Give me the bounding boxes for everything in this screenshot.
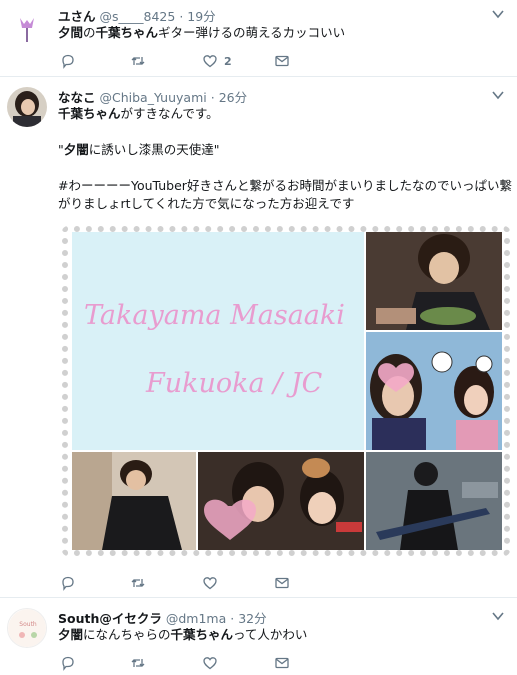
timestamp[interactable]: 32分 xyxy=(238,611,266,626)
avatar[interactable] xyxy=(7,6,47,46)
image-title-panel: Takayama Masaaki Fukuoka / JC xyxy=(72,232,364,450)
text-segment: って人かわい xyxy=(233,627,308,642)
display-name[interactable]: ななこ xyxy=(58,90,96,105)
text-line: 千葉ちゃんがすきなんです。 xyxy=(58,105,508,123)
tweet-image[interactable]: Takayama Masaaki Fukuoka / JC xyxy=(58,222,514,560)
tweet-text: 夕闇になんちゃらの千葉ちゃんって人かわい xyxy=(58,626,508,644)
like-icon xyxy=(203,657,217,670)
svg-text:South: South xyxy=(19,621,37,628)
text-highlight[interactable]: 千葉ちゃん xyxy=(58,106,121,121)
display-name[interactable]: ユさん xyxy=(58,9,96,24)
like-icon xyxy=(203,577,217,590)
text-segment: になんちゃらの xyxy=(83,627,171,642)
photo-selfie xyxy=(366,332,502,450)
reply-icon xyxy=(62,54,74,69)
tweet-3[interactable]: South South@イセクラ @dm1ma · 32分 夕闇になんちゃらの千… xyxy=(0,598,517,675)
text-highlight[interactable]: 夕間 xyxy=(58,25,83,40)
text-line: "夕闇に誘いし漆黒の天使達" xyxy=(58,141,508,159)
time-separator: · xyxy=(230,611,235,626)
image-caption-name: Takayama Masaaki xyxy=(84,300,345,331)
like-button[interactable] xyxy=(202,654,218,672)
dm-icon xyxy=(275,577,289,589)
tweet-text: 夕間の千葉ちゃんギター弾けるの萌えるカッコいい xyxy=(58,24,508,42)
time-separator: · xyxy=(210,90,215,105)
text-segment: の xyxy=(83,25,96,40)
retweet-icon xyxy=(131,659,145,667)
dm-button[interactable] xyxy=(274,654,290,672)
dm-button[interactable] xyxy=(274,574,290,592)
reply-icon xyxy=(62,576,74,591)
text-highlight[interactable]: 夕闇 xyxy=(64,142,89,157)
reply-icon xyxy=(62,656,74,671)
like-icon xyxy=(203,55,217,68)
image-caption-place: Fukuoka / JC xyxy=(146,368,323,399)
text-highlight[interactable]: 千葉ちゃん xyxy=(171,627,234,642)
tweet-1[interactable]: ユさん @s____8425 · 19分 夕間の千葉ちゃんギター弾けるの萌えるカ… xyxy=(0,0,517,77)
retweet-button[interactable] xyxy=(130,574,146,592)
text-line: がりましょrtしてくれた方で気になった方お迎えです xyxy=(58,196,355,211)
reply-button[interactable] xyxy=(60,52,76,70)
like-button[interactable] xyxy=(202,574,218,592)
caret-down-icon[interactable] xyxy=(491,608,505,622)
like-count: 2 xyxy=(224,54,232,68)
handle[interactable]: @Chiba_Yuuyami xyxy=(100,90,207,105)
text-highlight[interactable]: 夕闇 xyxy=(58,627,83,642)
photo-eating xyxy=(366,232,502,330)
retweet-icon xyxy=(131,579,145,587)
text-segment: がすきなんです。 xyxy=(120,106,219,121)
photo-filter-selfie xyxy=(198,452,364,550)
like-button[interactable]: 2 xyxy=(202,52,232,70)
dm-icon xyxy=(275,55,289,67)
dm-icon xyxy=(275,657,289,669)
text-segment: に誘いし漆黒の天使達" xyxy=(88,142,220,157)
caret-down-icon[interactable] xyxy=(491,87,505,101)
dm-button[interactable] xyxy=(274,52,290,70)
retweet-button[interactable] xyxy=(130,654,146,672)
tweet-text: 千葉ちゃんがすきなんです。 "夕闇に誘いし漆黒の天使達" #わーーーーYouTu… xyxy=(58,105,512,213)
timestamp[interactable]: 26分 xyxy=(219,90,247,105)
avatar[interactable]: South xyxy=(7,608,47,648)
reply-button[interactable] xyxy=(60,574,76,592)
photo-guitar-sitting xyxy=(72,452,196,550)
time-separator: · xyxy=(179,9,184,24)
tweet-2[interactable]: ななこ @Chiba_Yuuyami · 26分 千葉ちゃんがすきなんです。 "… xyxy=(0,77,517,598)
caret-down-icon[interactable] xyxy=(491,6,505,20)
hashtag-line: #わーーーーYouTuber好きさんと繋がるお時間がまいりましたなのでいっぱい繋 xyxy=(58,178,512,193)
text-highlight[interactable]: 千葉ちゃん xyxy=(96,25,159,40)
photo-stage-guitar xyxy=(366,452,502,550)
avatar[interactable] xyxy=(7,87,47,127)
reply-button[interactable] xyxy=(60,654,76,672)
retweet-button[interactable] xyxy=(130,52,146,70)
timestamp[interactable]: 19分 xyxy=(187,9,215,24)
text-segment: ギター弾けるの萌えるカッコいい xyxy=(158,25,346,40)
retweet-icon xyxy=(131,57,145,65)
handle[interactable]: @s____8425 xyxy=(100,9,176,24)
handle[interactable]: @dm1ma xyxy=(166,611,226,626)
display-name[interactable]: South@イセクラ xyxy=(58,611,162,626)
